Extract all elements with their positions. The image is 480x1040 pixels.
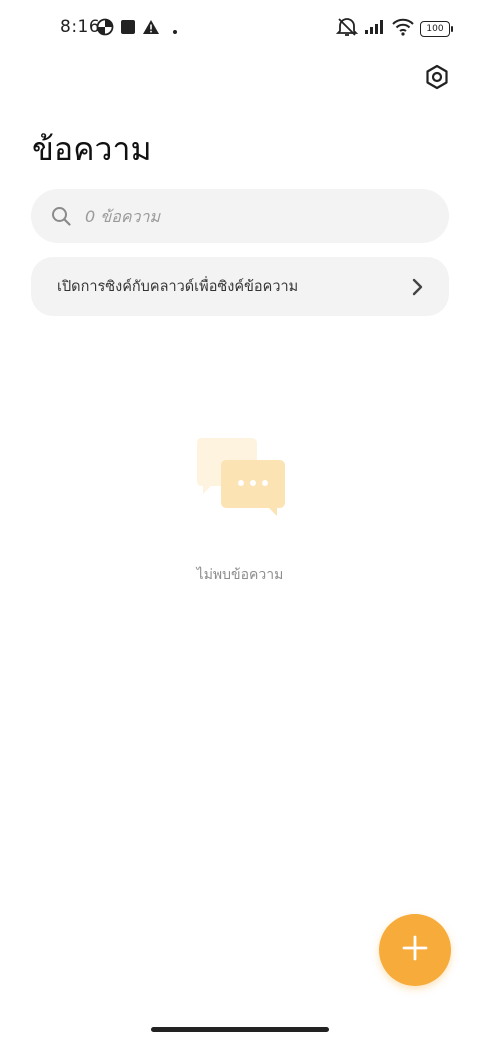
signal-icon <box>364 19 386 39</box>
home-indicator[interactable] <box>151 1027 329 1032</box>
new-message-button[interactable] <box>379 914 451 986</box>
settings-button[interactable] <box>420 62 454 96</box>
data-saver-icon <box>96 18 114 40</box>
battery-icon: 100 <box>420 21 453 37</box>
dot-icon <box>172 20 178 39</box>
gear-icon <box>424 64 450 94</box>
status-left-icons <box>96 18 178 40</box>
status-right-icons: 100 <box>335 17 453 41</box>
cloud-sync-label: เปิดการซิงค์กับคลาวด์เพื่อซิงค์ข้อความ <box>57 279 299 295</box>
empty-state-message: ไม่พบข้อความ <box>196 567 284 583</box>
chat-bubbles-icon <box>195 436 287 518</box>
square-notification-icon <box>120 19 136 39</box>
warning-icon <box>142 19 160 39</box>
status-bar: 8:16 100 <box>0 0 480 56</box>
page-title: ข้อความ <box>32 130 152 168</box>
mute-icon <box>335 17 359 41</box>
wifi-icon <box>392 18 414 40</box>
chevron-right-icon <box>411 278 423 296</box>
cloud-sync-banner[interactable]: เปิดการซิงค์กับคลาวด์เพื่อซิงค์ข้อความ <box>31 257 449 316</box>
status-time: 8:16 <box>60 17 101 37</box>
search-input[interactable] <box>83 205 417 227</box>
plus-icon <box>401 934 429 966</box>
search-icon <box>51 206 71 226</box>
search-bar[interactable] <box>31 189 449 243</box>
messages-screen: 8:16 100 ข้อความ 0 ข้อความ เปิดการซิงค์ก… <box>0 0 480 1040</box>
